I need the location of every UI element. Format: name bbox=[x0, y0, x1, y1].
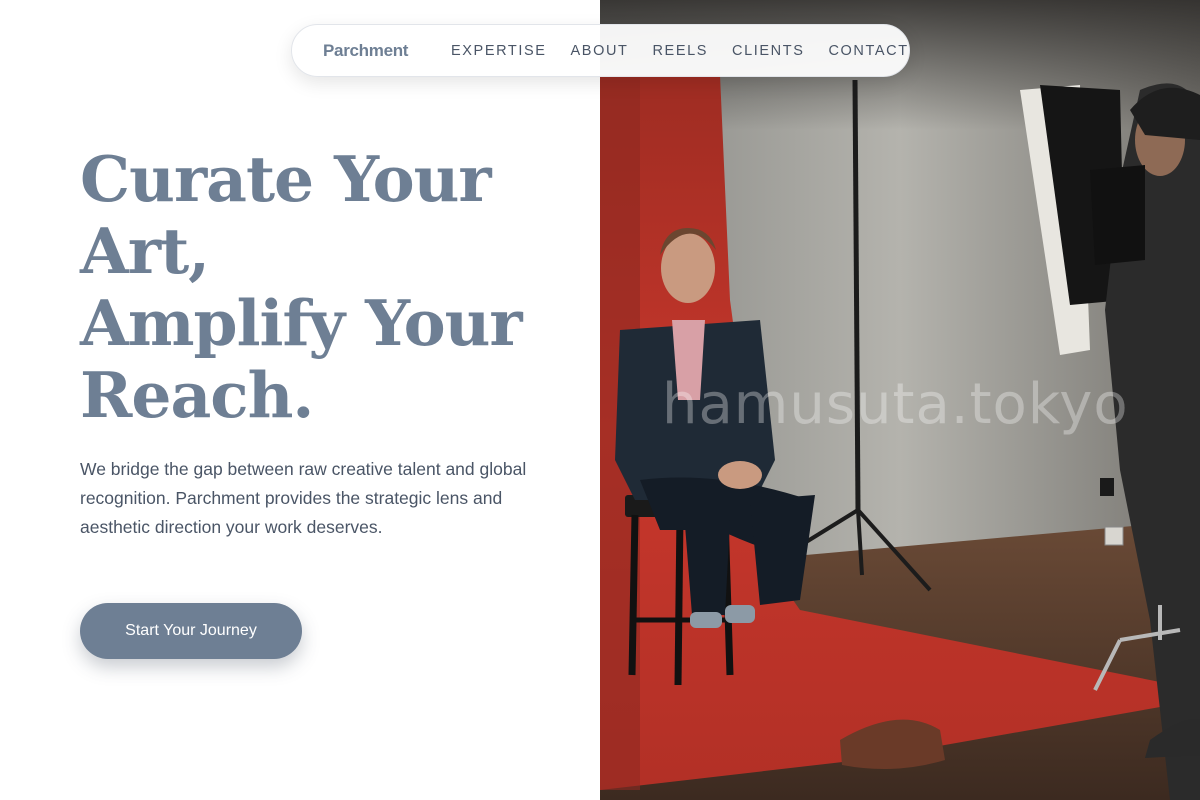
hero-headline: Curate Your Art, Amplify Your Reach. bbox=[80, 143, 580, 431]
headline-line: Curate Your bbox=[80, 142, 492, 216]
headline-line: Art, bbox=[80, 214, 210, 288]
nav-links: EXPERTISE ABOUT REELS CLIENTS CONTACT bbox=[451, 43, 933, 59]
headline-line: Reach. bbox=[80, 358, 314, 432]
nav-link-clients[interactable]: CLIENTS bbox=[732, 43, 804, 59]
headline-line: Amplify Your bbox=[80, 286, 523, 360]
top-navigation: Parchment EXPERTISE ABOUT REELS CLIENTS … bbox=[291, 24, 910, 77]
nav-link-reels[interactable]: REELS bbox=[652, 43, 708, 59]
nav-link-about[interactable]: ABOUT bbox=[571, 43, 629, 59]
hero-description: We bridge the gap between raw creative t… bbox=[80, 459, 527, 537]
start-journey-button[interactable]: Start Your Journey bbox=[80, 603, 302, 659]
photo-watermark: hamusuta.tokyo bbox=[662, 372, 1129, 437]
hero-section: Curate Your Art, Amplify Your Reach. We … bbox=[0, 0, 600, 800]
brand-logo[interactable]: Parchment bbox=[323, 41, 408, 61]
nav-link-contact[interactable]: CONTACT bbox=[828, 43, 908, 59]
nav-link-expertise[interactable]: EXPERTISE bbox=[451, 43, 547, 59]
